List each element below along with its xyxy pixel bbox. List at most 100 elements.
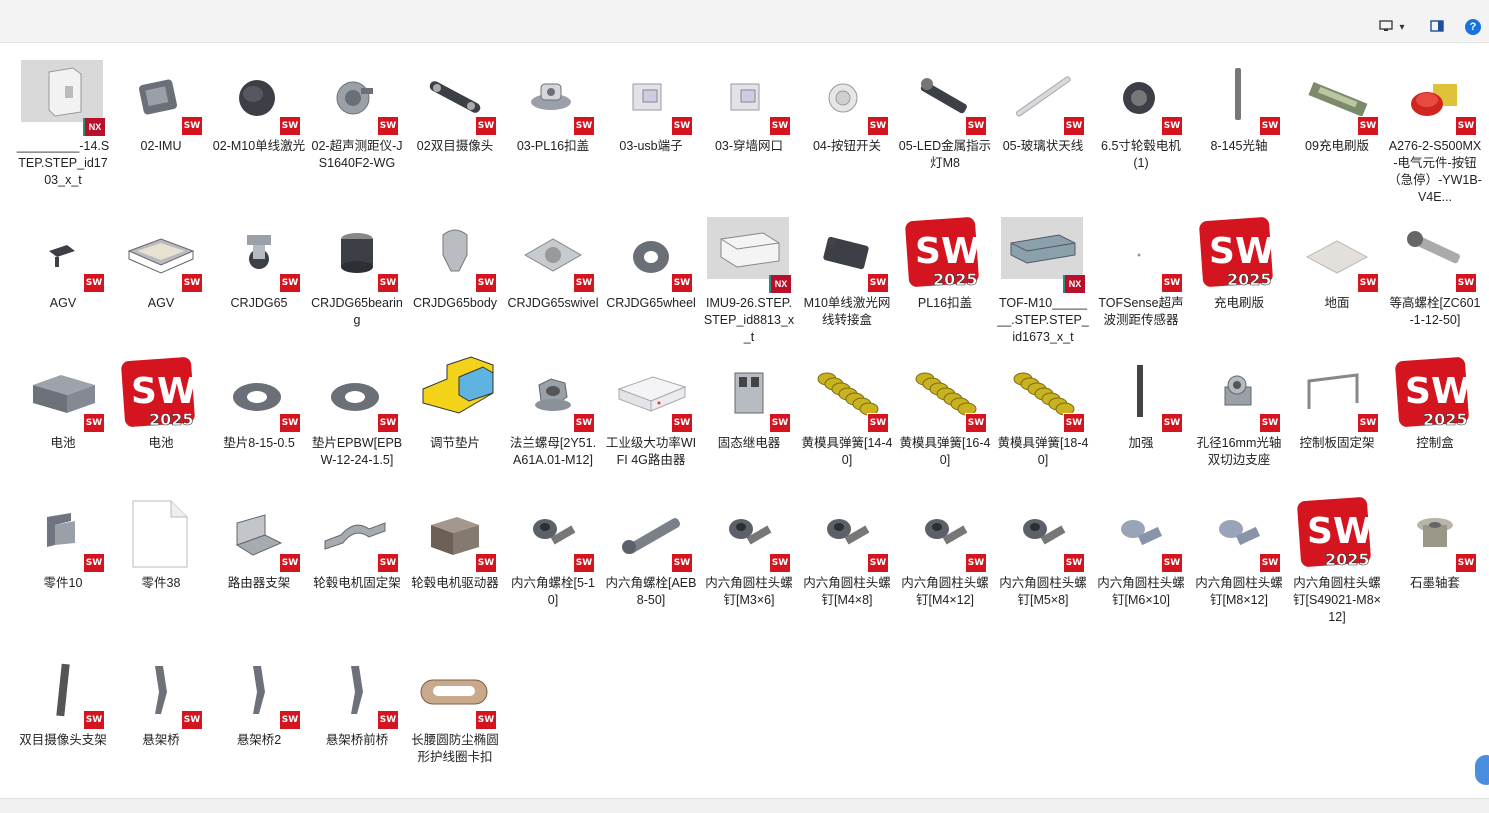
file-item[interactable]: SW 双目摄像头支架 bbox=[14, 652, 112, 749]
file-item[interactable]: SW 6.5寸轮毂电机(1) bbox=[1092, 58, 1190, 172]
file-item[interactable]: SW CRJDG65bearing bbox=[308, 215, 406, 329]
file-thumbnail: SW bbox=[1001, 58, 1085, 136]
file-name: 05-玻璃状天线 bbox=[1002, 139, 1084, 153]
file-item[interactable]: SW 内六角圆柱头螺钉[M3×6] bbox=[700, 495, 798, 609]
file-item[interactable]: SW 内六角圆柱头螺钉[M4×12] bbox=[896, 495, 994, 609]
file-item[interactable]: SW 内六角圆柱头螺钉[M8×12] bbox=[1190, 495, 1288, 609]
solidworks-file-badge-icon: SW bbox=[573, 553, 595, 573]
file-item[interactable]: S W 2025 控制盒 bbox=[1386, 355, 1484, 452]
file-item[interactable]: SW 路由器支架 bbox=[210, 495, 308, 592]
file-item[interactable]: SW 内六角螺栓[5-10] bbox=[504, 495, 602, 609]
file-item[interactable]: SW 02双目摄像头 bbox=[406, 58, 504, 155]
file-thumbnail: SW bbox=[1197, 58, 1281, 136]
file-thumbnail: SW bbox=[1295, 58, 1379, 136]
file-thumbnail: SW bbox=[21, 495, 105, 573]
file-grid: NX _________-14.STEP.STEP_id1703_x_t SW 02-… bbox=[14, 58, 1484, 788]
file-item[interactable]: SW 内六角圆柱头螺钉[M4×8] bbox=[798, 495, 896, 609]
file-item[interactable]: S W 2025 电池 bbox=[112, 355, 210, 452]
file-item[interactable]: SW 工业级大功率WIFI 4G路由器 bbox=[602, 355, 700, 469]
file-item[interactable]: SW 02-超声测距仪-JS1640F2-WG bbox=[308, 58, 406, 172]
help-button[interactable]: ? bbox=[1462, 17, 1484, 37]
file-item[interactable]: SW 04-按钮开关 bbox=[798, 58, 896, 155]
file-thumbnail: SW bbox=[903, 495, 987, 573]
solidworks-file-badge-icon: SW bbox=[1259, 413, 1281, 433]
blank-document-icon bbox=[132, 500, 188, 568]
file-item[interactable]: S W 2025 PL16扣盖 bbox=[896, 215, 994, 312]
svg-text:S: S bbox=[1405, 371, 1431, 412]
file-item[interactable]: SW CRJDG65body bbox=[406, 215, 504, 312]
solidworks-file-badge-icon: SW bbox=[83, 273, 105, 293]
file-name: 02-超声测距仪-JS1640F2-WG bbox=[311, 139, 403, 170]
file-item[interactable]: SW CRJDG65wheel bbox=[602, 215, 700, 312]
solidworks-file-badge-icon: SW bbox=[1063, 116, 1085, 136]
file-item[interactable]: SW 03-穿墙网口 bbox=[700, 58, 798, 155]
file-item[interactable]: 零件38 bbox=[112, 495, 210, 592]
file-item[interactable]: SW 黄模具弹簧[14-40] bbox=[798, 355, 896, 469]
file-item[interactable]: SW 悬架桥前桥 bbox=[308, 652, 406, 749]
file-thumbnail: SW bbox=[413, 495, 497, 573]
solidworks-file-badge-icon: SW bbox=[279, 413, 301, 433]
solidworks-2025-icon: S W2025 bbox=[905, 217, 981, 289]
file-item[interactable]: SW 05-LED金属指示灯M8 bbox=[896, 58, 994, 172]
file-item[interactable]: NX _________-14.STEP.STEP_id1703_x_t bbox=[14, 58, 112, 189]
file-item[interactable]: SW AGV bbox=[14, 215, 112, 312]
file-thumbnail: SW bbox=[805, 495, 889, 573]
file-item[interactable]: SW CRJDG65 bbox=[210, 215, 308, 312]
file-thumbnail: SW bbox=[1099, 58, 1183, 136]
file-name: AGV bbox=[49, 296, 77, 310]
file-name: IMU9-26.STEP.STEP_id8813_x_t bbox=[703, 296, 795, 344]
file-item[interactable]: SW 长腰圆防尘椭圆形护线圈卡扣 bbox=[406, 652, 504, 766]
file-item[interactable]: SW 悬架桥 bbox=[112, 652, 210, 749]
file-item[interactable]: NX TOF-M10_______.STEP.STEP_id1673_x_t bbox=[994, 215, 1092, 346]
file-item[interactable]: SW 等高螺栓[ZC601-1-12-50] bbox=[1386, 215, 1484, 329]
file-item[interactable]: SW 石墨轴套 bbox=[1386, 495, 1484, 592]
file-item[interactable]: SW 内六角螺栓[AEB8-50] bbox=[602, 495, 700, 609]
file-item[interactable]: SW 03-PL16扣盖 bbox=[504, 58, 602, 155]
file-item[interactable]: SW AGV bbox=[112, 215, 210, 312]
floating-side-button[interactable] bbox=[1475, 755, 1489, 785]
file-item[interactable]: SW 03-usb端子 bbox=[602, 58, 700, 155]
svg-text:2025: 2025 bbox=[933, 270, 978, 289]
file-item[interactable]: SW 孔径16mm光轴双切边支座 bbox=[1190, 355, 1288, 469]
preview-pane-button[interactable] bbox=[1426, 17, 1448, 37]
file-item[interactable]: SW 零件10 bbox=[14, 495, 112, 592]
file-item[interactable]: SW 内六角圆柱头螺钉[M5×8] bbox=[994, 495, 1092, 609]
file-item[interactable]: SW 垫片EPBW[EPBW-12-24-1.5] bbox=[308, 355, 406, 469]
file-item[interactable]: SW 轮毂电机固定架 bbox=[308, 495, 406, 592]
solidworks-file-badge-icon: SW bbox=[867, 273, 889, 293]
file-item[interactable]: SW 05-玻璃状天线 bbox=[994, 58, 1092, 155]
file-item[interactable]: SW A276-2-S500MX-电气元件-按钮（急停）-YW1B-V4E... bbox=[1386, 58, 1484, 206]
view-options-button[interactable]: ▾ bbox=[1372, 17, 1412, 37]
file-item[interactable]: S W 2025 内六角圆柱头螺钉[S49021-M8×12] bbox=[1288, 495, 1386, 626]
file-thumbnail: SW bbox=[1197, 355, 1281, 433]
file-item[interactable]: SW 悬架桥2 bbox=[210, 652, 308, 749]
file-thumbnail: SW bbox=[903, 58, 987, 136]
file-item[interactable]: SW 地面 bbox=[1288, 215, 1386, 312]
file-item[interactable]: SW 09充电刷版 bbox=[1288, 58, 1386, 155]
file-item[interactable]: SW 固态继电器 bbox=[700, 355, 798, 452]
file-item[interactable]: SW 法兰螺母[2Y51.A61A.01-M12] bbox=[504, 355, 602, 469]
file-item[interactable]: SW 垫片8-15-0.5 bbox=[210, 355, 308, 452]
file-item[interactable]: SW 轮毂电机驱动器 bbox=[406, 495, 504, 592]
file-item[interactable]: SW 黄模具弹簧[16-40] bbox=[896, 355, 994, 469]
file-item[interactable]: SW 02-M10单线激光 bbox=[210, 58, 308, 155]
file-thumbnail: SW bbox=[315, 355, 399, 433]
file-item[interactable]: SW 内六角圆柱头螺钉[M6×10] bbox=[1092, 495, 1190, 609]
file-item[interactable]: SW 黄模具弹簧[18-40] bbox=[994, 355, 1092, 469]
solidworks-file-badge-icon: SW bbox=[279, 116, 301, 136]
file-item[interactable]: SW M10单线激光网线转接盒 bbox=[798, 215, 896, 329]
solidworks-file-badge-icon: SW bbox=[573, 413, 595, 433]
file-item[interactable]: SW 8-145光轴 bbox=[1190, 58, 1288, 155]
file-item[interactable]: SW 加强 bbox=[1092, 355, 1190, 452]
file-item[interactable]: NX IMU9-26.STEP.STEP_id8813_x_t bbox=[700, 215, 798, 346]
file-thumbnail: SW bbox=[903, 355, 987, 433]
solidworks-file-badge-icon: SW bbox=[181, 116, 203, 136]
file-item[interactable]: SW TOFSense超声波测距传感器 bbox=[1092, 215, 1190, 329]
file-item[interactable]: SW CRJDG65swivel bbox=[504, 215, 602, 312]
file-item[interactable]: SW 电池 bbox=[14, 355, 112, 452]
svg-text:W: W bbox=[157, 371, 197, 412]
file-item[interactable]: SW 控制板固定架 bbox=[1288, 355, 1386, 452]
file-item[interactable]: 调节垫片 bbox=[406, 355, 504, 452]
file-item[interactable]: SW 02-IMU bbox=[112, 58, 210, 155]
file-item[interactable]: S W 2025 充电刷版 bbox=[1190, 215, 1288, 312]
